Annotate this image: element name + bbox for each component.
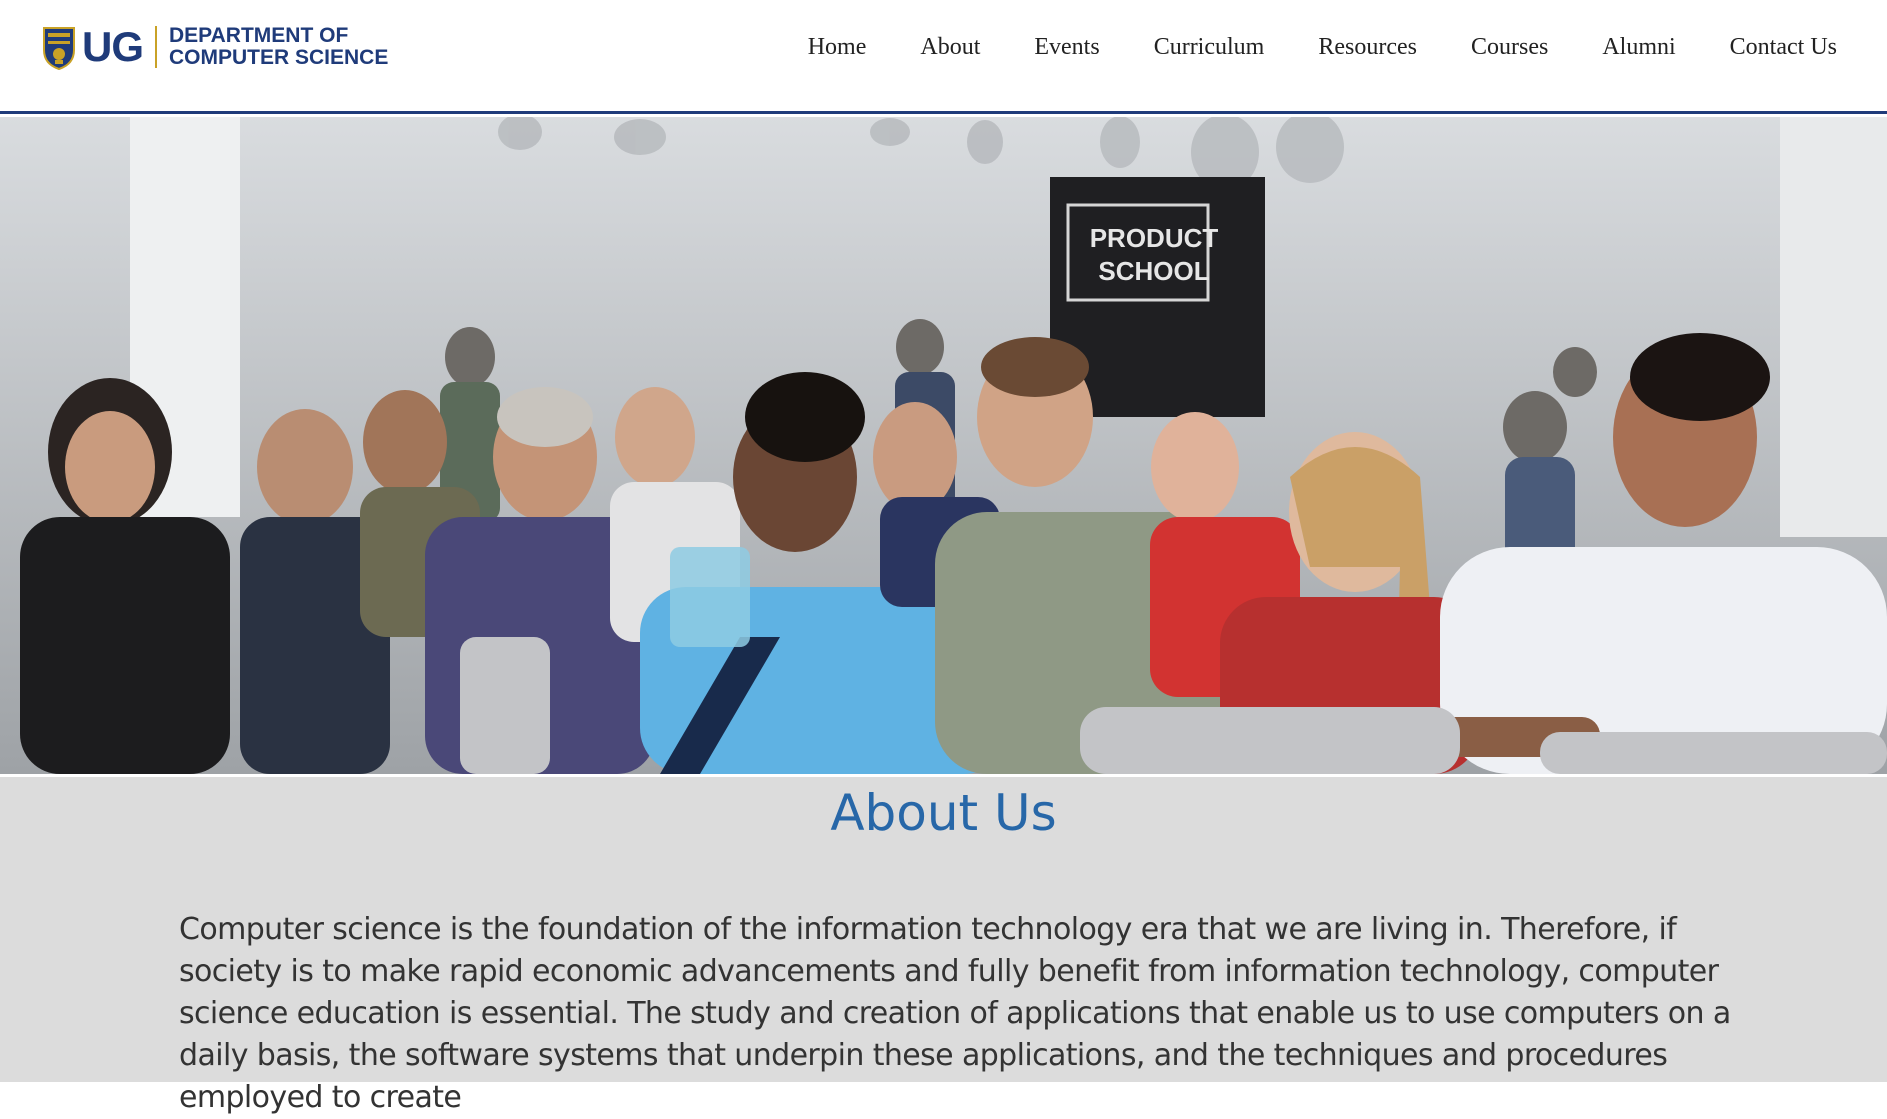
about-heading: About Us: [830, 784, 1057, 842]
banner-text-1: PRODUCT: [1090, 223, 1219, 253]
nav-events[interactable]: Events: [1034, 28, 1099, 66]
department-logo[interactable]: UG DEPARTMENT OF COMPUTER SCIENCE: [42, 22, 388, 72]
nav-curriculum[interactable]: Curriculum: [1154, 28, 1265, 66]
nav-home[interactable]: Home: [808, 28, 867, 66]
main-nav: Home About Events Curriculum Resources C…: [808, 28, 1837, 66]
university-crest-icon: [43, 27, 75, 70]
nav-alumni[interactable]: Alumni: [1602, 28, 1675, 66]
logo-wordmark: DEPARTMENT OF COMPUTER SCIENCE: [169, 25, 388, 69]
about-section: About Us Computer science is the foundat…: [0, 777, 1887, 1115]
about-body: Computer science is the foundation of th…: [179, 912, 1731, 1115]
nav-resources[interactable]: Resources: [1318, 28, 1417, 66]
nav-contact-us[interactable]: Contact Us: [1730, 28, 1837, 66]
logo-mark: UG: [82, 26, 157, 68]
site-header: UG DEPARTMENT OF COMPUTER SCIENCE Home A…: [0, 0, 1887, 114]
logo-line-1: DEPARTMENT OF: [169, 24, 349, 47]
nav-about[interactable]: About: [920, 28, 980, 66]
nav-courses[interactable]: Courses: [1471, 28, 1548, 66]
audience-photo: PRODUCT SCHOOL: [0, 117, 1887, 774]
logo-line-2: COMPUTER SCIENCE: [169, 46, 389, 69]
hero-image: PRODUCT SCHOOL: [0, 117, 1887, 774]
banner-text-2: SCHOOL: [1098, 256, 1209, 286]
